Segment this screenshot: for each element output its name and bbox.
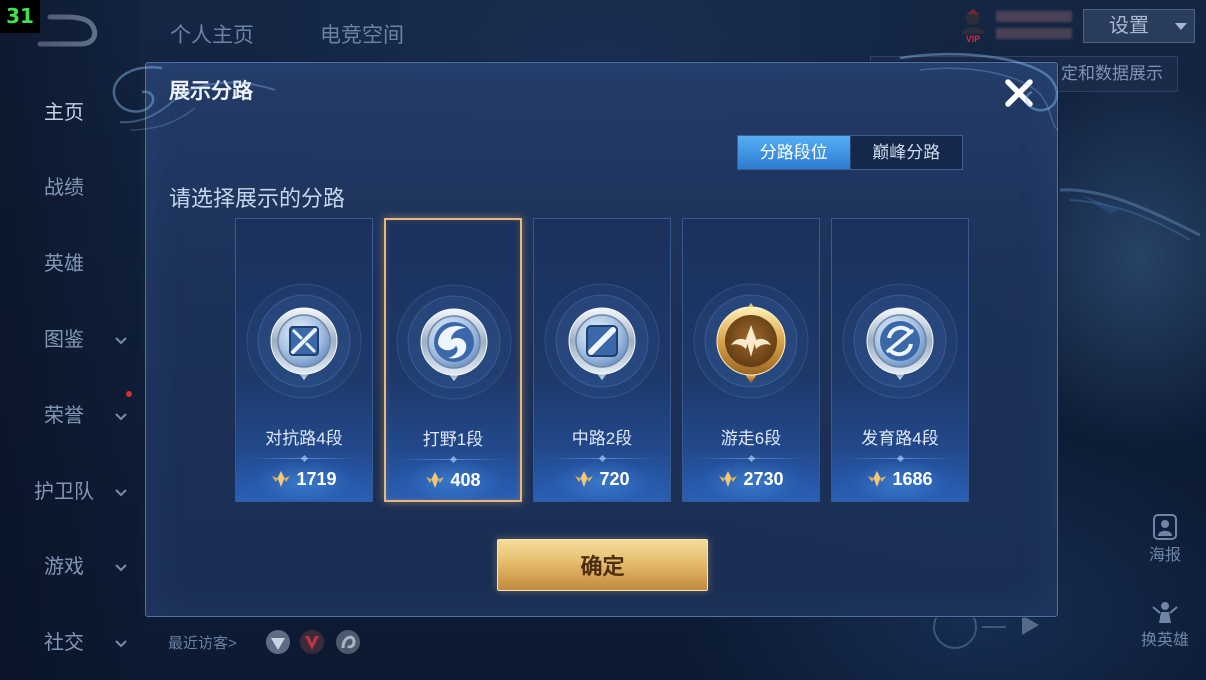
- sidebar-item-home[interactable]: 主页: [0, 100, 128, 126]
- settings-label: 设置: [1109, 15, 1149, 37]
- lane-rank-label: 打野1段: [422, 430, 484, 449]
- chevron-down-icon: [115, 489, 127, 497]
- visitor-avatar-icon[interactable]: [298, 628, 326, 656]
- rank-points-icon: [719, 471, 738, 487]
- swap-hero-icon[interactable]: [1150, 597, 1180, 627]
- sidebar-item-stats[interactable]: 战绩: [0, 175, 128, 201]
- notification-dot: [126, 391, 132, 397]
- rank-points-icon: [272, 471, 291, 487]
- lane-card-jungle[interactable]: 打野1段 408: [384, 218, 522, 502]
- sidebar-item-heroes[interactable]: 英雄: [0, 251, 128, 277]
- settings-button[interactable]: 设置: [1083, 9, 1195, 43]
- lane-score: 1719: [236, 468, 372, 490]
- lane-score: 720: [534, 468, 670, 490]
- banner-text: 定和数据展示: [1061, 64, 1163, 83]
- lane-score: 1686: [832, 468, 968, 490]
- sidebar-item-guard-team[interactable]: 护卫队: [0, 479, 128, 505]
- visitor-avatar-icon[interactable]: [334, 628, 362, 656]
- jungle-emblem-icon: [396, 284, 512, 400]
- close-icon: [1005, 79, 1033, 107]
- clash-lane-emblem-icon: [246, 283, 362, 399]
- blurred-status-text: [996, 11, 1072, 22]
- poster-label[interactable]: 海报: [1140, 546, 1190, 566]
- confirm-button[interactable]: 确定: [497, 539, 708, 591]
- lane-rank-label: 对抗路4段: [265, 429, 343, 448]
- mid-lane-emblem-icon: [544, 283, 660, 399]
- swap-hero-label[interactable]: 换英雄: [1132, 631, 1198, 651]
- divider: [248, 458, 360, 459]
- sidebar-item-label: 战绩: [44, 177, 84, 199]
- lane-rank-label: 游走6段: [720, 429, 782, 448]
- lane-score: 2730: [683, 468, 819, 490]
- chevron-down-icon: [115, 640, 127, 648]
- lane-rank-label: 中路2段: [571, 429, 633, 448]
- farm-lane-emblem-icon: [842, 283, 958, 399]
- dialog-title: 展示分路: [169, 80, 253, 103]
- chevron-down-icon: [115, 337, 127, 345]
- lane-tab-group: 分路段位 巅峰分路: [737, 135, 963, 170]
- vip-badge: VIP: [965, 34, 981, 44]
- divider: [982, 626, 1006, 628]
- tab-peak-lane[interactable]: 巅峰分路: [849, 136, 963, 169]
- sidebar-item-label: 护卫队: [34, 481, 94, 503]
- sidebar-item-label: 荣誉: [44, 405, 84, 427]
- roam-emblem-icon: [693, 283, 809, 399]
- sidebar-item-label: 社交: [44, 632, 84, 654]
- chevron-down-icon: [115, 564, 127, 572]
- lane-score: 408: [386, 469, 520, 491]
- visitor-avatar-icon[interactable]: [264, 628, 292, 656]
- hero-wing-decoration: [1059, 188, 1201, 241]
- vip-avatar-icon: [962, 9, 984, 34]
- poster-icon[interactable]: [1150, 512, 1180, 542]
- frame-counter: 31: [0, 0, 40, 33]
- sidebar-item-label: 主页: [44, 102, 84, 124]
- divider: [695, 458, 807, 459]
- tab-esports-space[interactable]: 电竞空间: [320, 22, 404, 50]
- sidebar-item-social[interactable]: 社交: [0, 630, 128, 656]
- sidebar: 主页 战绩 英雄 图鉴 荣誉 护卫队 游戏 社交: [0, 0, 140, 680]
- divider: [844, 458, 956, 459]
- divider: [546, 458, 658, 459]
- tab-personal-home[interactable]: 个人主页: [170, 22, 254, 50]
- lane-rank-label: 发育路4段: [861, 429, 939, 448]
- rank-points-icon: [426, 472, 445, 488]
- rank-points-icon: [868, 471, 887, 487]
- sidebar-item-codex[interactable]: 图鉴: [0, 327, 128, 353]
- recent-visitors-link[interactable]: 最近访客>: [168, 634, 237, 654]
- lane-score-value: 2730: [743, 469, 784, 489]
- lane-card-roam[interactable]: 游走6段 2730: [682, 218, 820, 502]
- lane-card-clash[interactable]: 对抗路4段 1719: [235, 218, 373, 502]
- lane-display-dialog: 展示分路 分路段位 巅峰分路 请选择展示的分路 对抗路4段 1719 打野1段 …: [145, 62, 1058, 617]
- sidebar-item-label: 图鉴: [44, 329, 84, 351]
- sidebar-item-games[interactable]: 游戏: [0, 554, 128, 580]
- sidebar-item-label: 游戏: [44, 556, 84, 578]
- chevron-down-icon: [115, 413, 127, 421]
- lane-score-value: 720: [599, 469, 630, 489]
- lane-score-value: 1686: [892, 469, 933, 489]
- rank-points-icon: [575, 471, 594, 487]
- tab-lane-rank[interactable]: 分路段位: [738, 136, 850, 169]
- close-button[interactable]: [999, 73, 1039, 113]
- select-lane-prompt: 请选择展示的分路: [169, 186, 346, 211]
- game-screen: 31 主页 战绩 英雄 图鉴 荣誉 护卫队 游戏 社交 个人主页 电竞空间 VI…: [0, 0, 1206, 680]
- blurred-status-text: [996, 28, 1072, 39]
- chevron-down-icon: [1175, 23, 1187, 30]
- divider: [398, 459, 508, 460]
- lane-card-mid[interactable]: 中路2段 720: [533, 218, 671, 502]
- sidebar-item-honor[interactable]: 荣誉: [0, 391, 132, 429]
- lane-card-farm[interactable]: 发育路4段 1686: [831, 218, 969, 502]
- play-icon[interactable]: [1022, 615, 1039, 635]
- sidebar-item-label: 英雄: [44, 253, 84, 275]
- avatar[interactable]: VIP: [958, 8, 988, 46]
- lane-score-value: 1719: [296, 469, 337, 489]
- lane-score-value: 408: [450, 470, 481, 490]
